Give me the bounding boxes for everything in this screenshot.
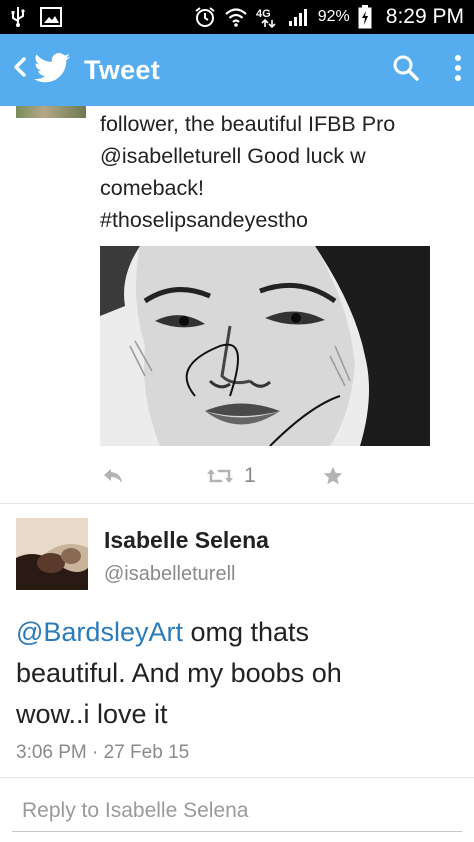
- reply-icon[interactable]: [102, 467, 124, 485]
- previous-tweet-line: follower, the beautiful IFBB Pro: [100, 112, 396, 136]
- mention-link[interactable]: @BardsleyArt: [16, 617, 183, 647]
- previous-tweet-text: follower, the beautiful IFBB Pro @isabel…: [100, 108, 460, 236]
- tweet-line: wow..i love it: [16, 699, 168, 729]
- previous-tweet-hashtag[interactable]: #thoselipsandeyestho: [100, 204, 460, 236]
- tweet-line: beautiful. And my boobs oh: [16, 658, 342, 688]
- author-name[interactable]: Isabelle Selena: [104, 527, 269, 554]
- usb-icon: [10, 6, 26, 28]
- clock-time: 8:29 PM: [385, 5, 464, 28]
- battery-charging-icon: [358, 5, 372, 29]
- svg-text:4G: 4G: [256, 8, 271, 20]
- divider: [0, 503, 474, 504]
- back-chevron-icon[interactable]: [12, 54, 28, 86]
- favorite-star-icon[interactable]: [322, 465, 344, 487]
- image-icon: [40, 7, 62, 27]
- reply-bar: [0, 777, 474, 842]
- tweet-text: @BardsleyArt omg thats beautiful. And my…: [16, 612, 456, 735]
- previous-tweet-actions: 1: [100, 460, 430, 492]
- search-icon[interactable]: [392, 54, 420, 87]
- app-bar: Tweet: [0, 34, 474, 106]
- twitter-bird-icon[interactable]: [34, 52, 70, 88]
- tweet-media-sketch[interactable]: [100, 246, 430, 446]
- wifi-icon: [224, 7, 248, 27]
- network-4g-icon: 4G: [256, 6, 280, 28]
- retweet-icon[interactable]: [206, 467, 234, 485]
- avatar[interactable]: [16, 518, 88, 590]
- previous-tweet-avatar[interactable]: [16, 106, 86, 118]
- alarm-icon: [194, 6, 216, 28]
- previous-tweet-line: comeback!: [100, 176, 204, 200]
- tweet-line: @BardsleyArt omg thats: [16, 612, 456, 653]
- author-handle[interactable]: @isabelleturell: [104, 563, 235, 586]
- retweet-count: 1: [244, 464, 256, 487]
- page-title: Tweet: [84, 54, 161, 85]
- battery-percent: 92%: [317, 8, 350, 25]
- tweet-timestamp: 3:06 PM · 27 Feb 15: [16, 742, 190, 763]
- tweet-text-segment: omg thats: [182, 617, 310, 647]
- overflow-menu-icon[interactable]: [454, 54, 462, 87]
- previous-tweet-line: @isabelleturell Good luck w: [100, 144, 366, 168]
- status-bar: 4G 92% 8:29 PM: [0, 0, 474, 34]
- signal-icon: [288, 7, 310, 27]
- reply-input[interactable]: [12, 790, 462, 832]
